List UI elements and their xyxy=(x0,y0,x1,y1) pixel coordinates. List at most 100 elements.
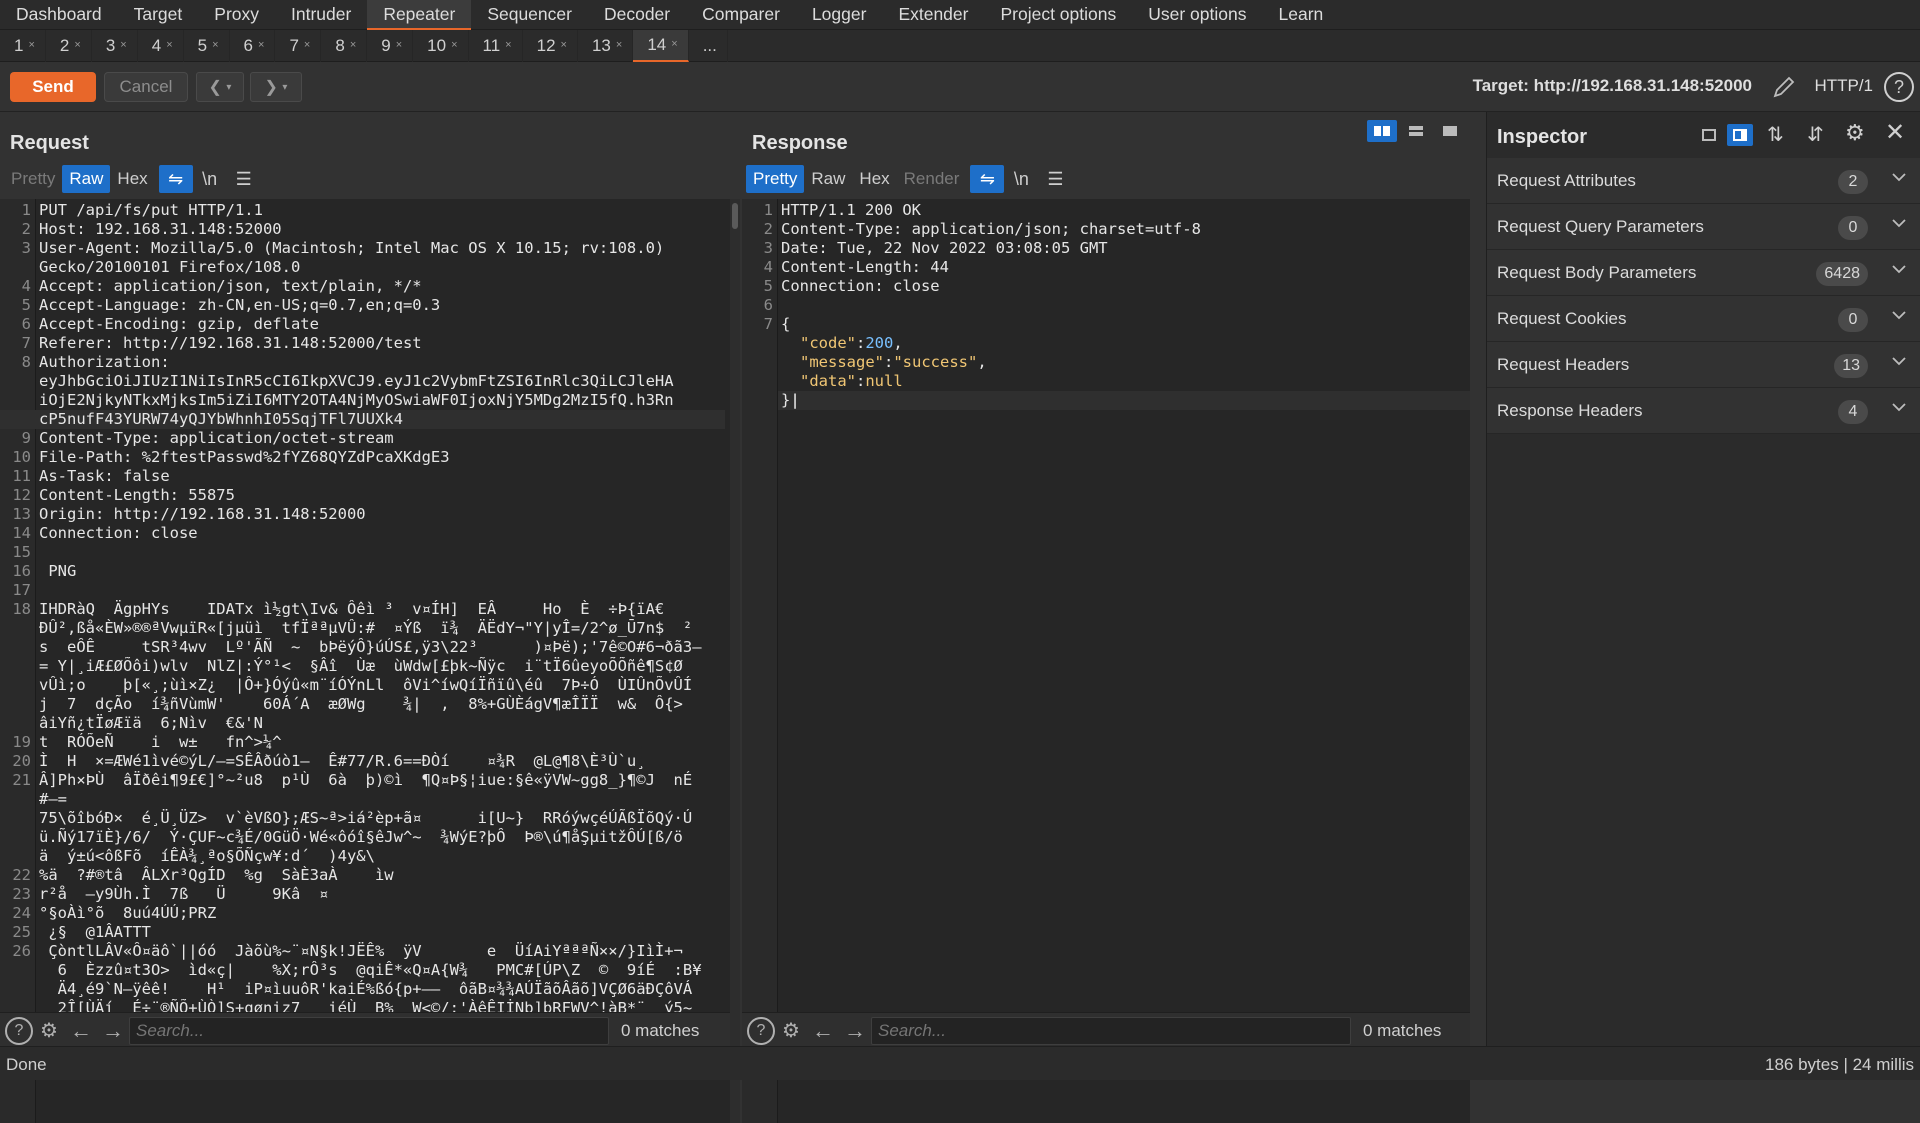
gear-icon[interactable]: ⚙ xyxy=(1845,120,1865,146)
request-scrollbar[interactable] xyxy=(730,199,740,1123)
send-button[interactable]: Send xyxy=(10,72,96,102)
show-newlines-icon[interactable]: \n xyxy=(1004,165,1038,193)
close-tab-icon[interactable]: × xyxy=(212,30,218,61)
layout-split-vertical-icon[interactable] xyxy=(1367,120,1397,142)
menu-comparer[interactable]: Comparer xyxy=(686,0,796,30)
forward-history-button[interactable]: ❯ ▾ xyxy=(250,72,302,102)
menu-project-options[interactable]: Project options xyxy=(984,0,1132,30)
close-tab-icon[interactable]: × xyxy=(28,30,34,61)
chevron-down-icon[interactable] xyxy=(1892,169,1906,185)
close-icon[interactable]: ✕ xyxy=(1885,118,1905,147)
repeater-tab[interactable]: 10 × xyxy=(413,29,469,62)
repeater-tab[interactable]: 5 × xyxy=(184,29,230,62)
inspector-section-request-attributes[interactable]: Request Attributes 2 xyxy=(1487,158,1920,204)
repeater-tab[interactable]: 14 × xyxy=(633,29,689,62)
menu-extender[interactable]: Extender xyxy=(882,0,984,30)
gear-icon[interactable]: ⚙ xyxy=(33,1017,65,1045)
close-tab-icon[interactable]: × xyxy=(120,30,126,61)
tab-pretty[interactable]: Pretty xyxy=(4,165,62,193)
menu-learn[interactable]: Learn xyxy=(1263,0,1340,30)
close-tab-icon[interactable]: × xyxy=(671,29,677,60)
close-tab-icon[interactable]: × xyxy=(350,30,356,61)
repeater-tab[interactable]: 1 × xyxy=(0,29,46,62)
menu-icon[interactable]: ☰ xyxy=(227,165,261,193)
tab-raw[interactable]: Raw xyxy=(804,165,852,193)
next-match-icon[interactable]: → xyxy=(97,1017,129,1045)
close-tab-icon[interactable]: × xyxy=(396,30,402,61)
chevron-down-icon[interactable] xyxy=(1892,307,1906,323)
word-wrap-icon[interactable]: ⇋ xyxy=(970,165,1005,193)
collapse-all-icon[interactable]: ⇵ xyxy=(1807,122,1824,147)
menu-icon[interactable]: ☰ xyxy=(1038,165,1072,193)
close-tab-icon[interactable]: × xyxy=(304,30,310,61)
repeater-tab[interactable]: 4 × xyxy=(138,29,184,62)
tab-raw[interactable]: Raw xyxy=(62,165,111,193)
repeater-tab[interactable]: 11 × xyxy=(469,29,523,62)
repeater-tab[interactable]: 7 × xyxy=(275,29,322,62)
layout-split-horizontal-icon[interactable] xyxy=(1401,120,1431,142)
help-icon[interactable]: ? xyxy=(1884,72,1914,102)
request-editor[interactable]: 1 PUT /api/fs/put HTTP/1.1 2 Host: 192.168.… xyxy=(0,199,730,1123)
inspector-layout-icon[interactable] xyxy=(1697,124,1721,146)
repeater-tab[interactable]: 8 × xyxy=(321,29,368,62)
menu-intruder[interactable]: Intruder xyxy=(275,0,367,30)
more-tabs-button[interactable]: ... xyxy=(689,29,728,62)
http-version-label[interactable]: HTTP/1 xyxy=(1814,76,1873,96)
menu-decoder[interactable]: Decoder xyxy=(588,0,686,30)
menu-logger[interactable]: Logger xyxy=(796,0,883,30)
cancel-button[interactable]: Cancel xyxy=(104,72,188,102)
menu-proxy[interactable]: Proxy xyxy=(198,0,275,30)
repeater-tab[interactable]: 12 × xyxy=(523,29,578,62)
inspector-section-request-body-parameters[interactable]: Request Body Parameters 6428 xyxy=(1487,250,1920,296)
repeater-tab[interactable]: 3 × xyxy=(92,29,138,62)
close-tab-icon[interactable]: × xyxy=(616,30,622,61)
tab-hex[interactable]: Hex xyxy=(852,165,896,193)
scrollbar-thumb[interactable] xyxy=(732,203,738,229)
repeater-tab[interactable]: 13 × xyxy=(578,29,634,62)
tab-pretty[interactable]: Pretty xyxy=(746,165,805,193)
line-text: 6 Èzzû¤t3O> ìd«ç| %X;rÔ³s @qiÊ*«Q¤A{W¾ P… xyxy=(39,961,702,979)
menu-dashboard[interactable]: Dashboard xyxy=(0,0,118,30)
chevron-down-icon[interactable] xyxy=(1892,353,1906,369)
word-wrap-icon[interactable]: ⇋ xyxy=(158,165,193,193)
close-tab-icon[interactable]: × xyxy=(166,30,172,61)
inspector-section-request-cookies[interactable]: Request Cookies 0 xyxy=(1487,296,1920,342)
help-icon[interactable]: ? xyxy=(747,1016,775,1045)
edit-target-icon[interactable] xyxy=(1771,74,1797,100)
inspector-section-request-query-parameters[interactable]: Request Query Parameters 0 xyxy=(1487,204,1920,250)
response-editor[interactable]: 1 HTTP/1.1 200 OK 2 Content-Type: applicati… xyxy=(742,199,1470,1123)
repeater-tab[interactable]: 9 × xyxy=(367,29,414,62)
previous-match-icon[interactable]: ← xyxy=(807,1017,839,1045)
chevron-down-icon[interactable] xyxy=(1892,261,1906,277)
layout-tabs-icon[interactable] xyxy=(1435,120,1465,142)
close-tab-icon[interactable]: × xyxy=(451,30,457,61)
tab-render[interactable]: Render xyxy=(897,165,967,193)
expand-all-icon[interactable]: ⇅ xyxy=(1767,122,1784,147)
show-newlines-icon[interactable]: \n xyxy=(193,165,227,193)
inspector-section-response-headers[interactable]: Response Headers 4 xyxy=(1487,388,1920,434)
search-input[interactable] xyxy=(129,1016,609,1045)
request-code: 1 PUT /api/fs/put HTTP/1.1 2 Host: 192.168.… xyxy=(0,201,725,1018)
previous-match-icon[interactable]: ← xyxy=(65,1017,97,1045)
chevron-down-icon[interactable] xyxy=(1892,399,1906,415)
close-tab-icon[interactable]: × xyxy=(74,30,80,61)
menu-sequencer[interactable]: Sequencer xyxy=(471,0,588,30)
tab-hex[interactable]: Hex xyxy=(110,165,154,193)
menu-target[interactable]: Target xyxy=(118,0,199,30)
back-history-button[interactable]: ❮ ▾ xyxy=(196,72,244,102)
search-input[interactable] xyxy=(871,1016,1351,1045)
repeater-tab[interactable]: 6 × xyxy=(230,29,276,62)
gear-icon[interactable]: ⚙ xyxy=(775,1017,807,1045)
close-tab-icon[interactable]: × xyxy=(505,30,511,61)
inspector-dock-icon[interactable] xyxy=(1727,124,1753,146)
help-icon[interactable]: ? xyxy=(5,1016,33,1045)
close-tab-icon[interactable]: × xyxy=(561,30,567,61)
inspector-section-request-headers[interactable]: Request Headers 13 xyxy=(1487,342,1920,388)
next-match-icon[interactable]: → xyxy=(839,1017,871,1045)
code-line: j 7 dçÃo í¾ñVùmW' 60Á´A æØWg ¾| , 8%+GÙÈ… xyxy=(0,695,725,714)
close-tab-icon[interactable]: × xyxy=(258,30,264,61)
repeater-tab[interactable]: 2 × xyxy=(46,29,92,62)
menu-repeater[interactable]: Repeater xyxy=(367,0,472,30)
menu-user-options[interactable]: User options xyxy=(1132,0,1262,30)
chevron-down-icon[interactable] xyxy=(1892,215,1906,231)
